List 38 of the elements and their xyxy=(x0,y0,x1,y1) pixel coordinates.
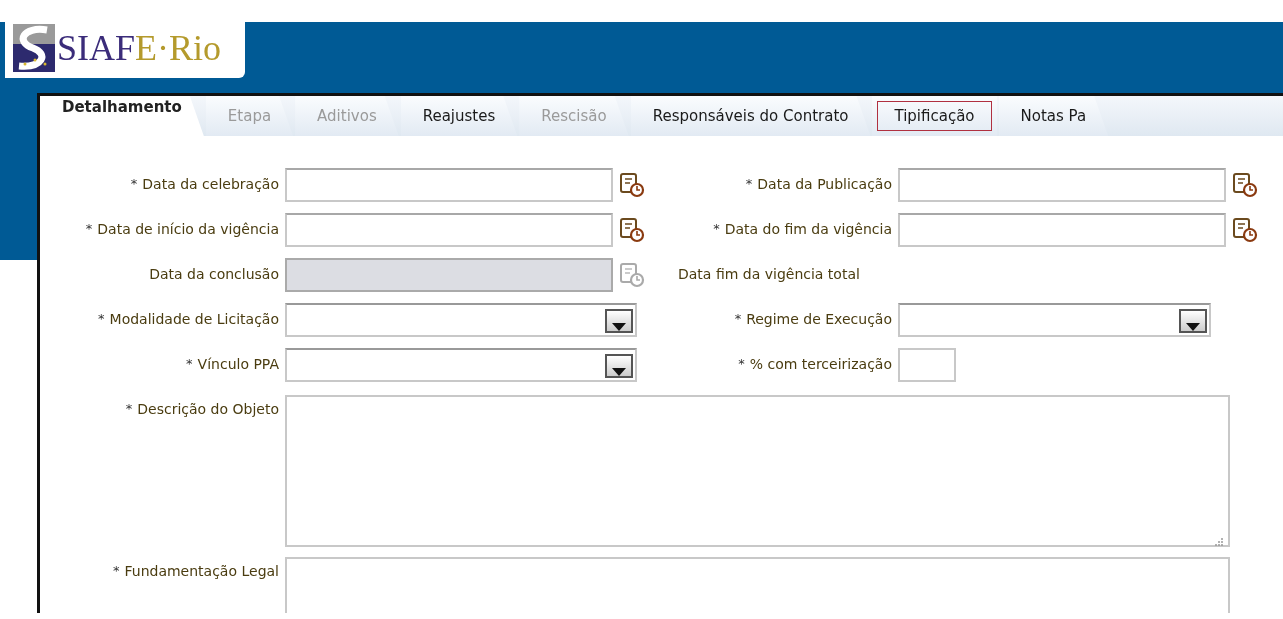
calendar-icon[interactable] xyxy=(619,216,645,243)
dropdown-field[interactable] xyxy=(285,302,637,337)
dropdown-button[interactable] xyxy=(1179,308,1207,333)
tab[interactable]: Detalhamento xyxy=(40,96,204,136)
calendar-icon[interactable] xyxy=(1232,171,1258,198)
caret-icon xyxy=(1186,322,1200,331)
field-label: * Data da Publicação xyxy=(744,176,893,193)
dropdown-button[interactable] xyxy=(605,353,633,378)
field-label: * Data da celebração xyxy=(129,176,280,193)
dropdown-field[interactable] xyxy=(285,347,637,382)
date-field[interactable] xyxy=(285,212,613,247)
date-field[interactable] xyxy=(898,167,1226,202)
field-label: * Fundamentação Legal xyxy=(112,562,280,581)
tab[interactable]: Responsáveis do Contrato xyxy=(630,96,871,136)
field-label: * Modalidade de Licitação xyxy=(97,311,280,328)
logo-icon xyxy=(13,24,55,72)
resize-grip-icon[interactable] xyxy=(1214,537,1224,547)
percent-field[interactable] xyxy=(898,347,956,382)
field-label: * Data do fim da vigência xyxy=(712,221,893,238)
field-label: * Vínculo PPA xyxy=(185,356,280,373)
date-field[interactable] xyxy=(285,167,613,202)
field-label: * Descrição do Objeto xyxy=(124,400,280,419)
field-label: Data da conclusão xyxy=(148,266,280,283)
tab[interactable]: Tipificação xyxy=(872,96,997,136)
caret-icon xyxy=(612,322,626,331)
dropdown-button[interactable] xyxy=(605,308,633,333)
dropdown-field[interactable] xyxy=(898,302,1211,337)
date-field[interactable] xyxy=(898,212,1226,247)
field-label: * Data de início da vigência xyxy=(84,221,280,238)
caret-icon xyxy=(612,367,626,376)
tab[interactable]: Reajustes xyxy=(400,96,518,136)
calendar-icon[interactable] xyxy=(1232,216,1258,243)
logo-text: SIAFE·Rio xyxy=(57,30,222,66)
tab[interactable]: Notas Pa xyxy=(998,96,1109,136)
calendar-icon[interactable] xyxy=(619,171,645,198)
field-label: Data fim da vigência total xyxy=(677,266,861,283)
field-label: * Regime de Execução xyxy=(733,311,893,328)
field-label: * % com terceirização xyxy=(737,356,893,373)
